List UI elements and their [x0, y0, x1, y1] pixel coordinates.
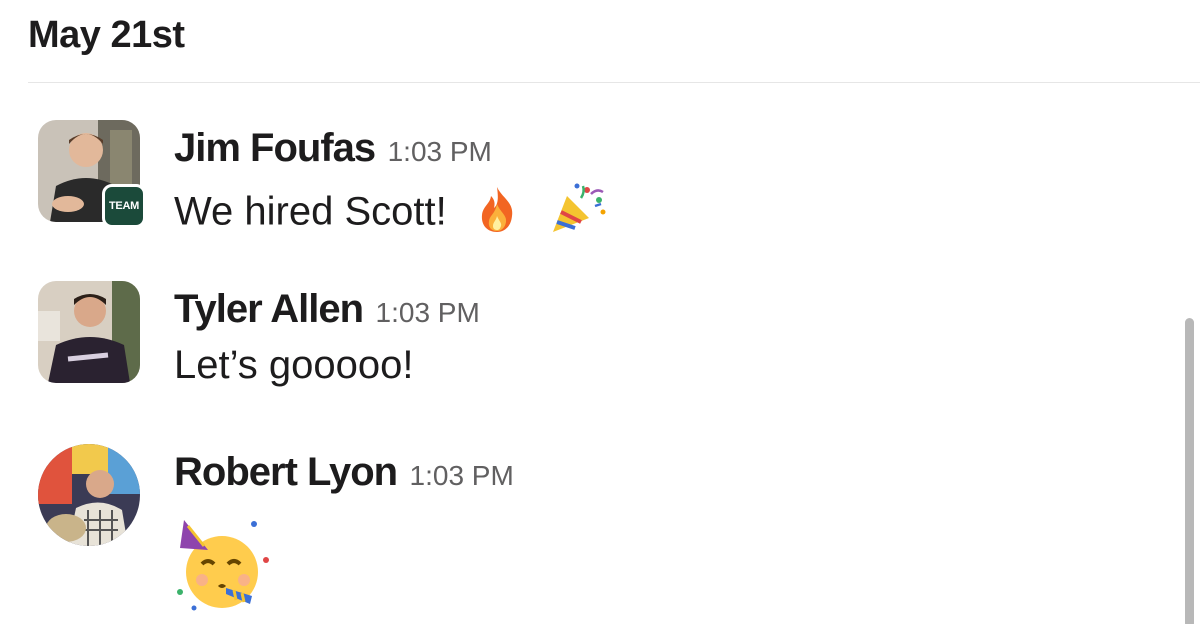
sender-name[interactable]: Robert Lyon [174, 450, 398, 494]
party-popper-icon [547, 182, 609, 246]
date-divider-line [28, 82, 1200, 83]
message-text: We hired Scott! [174, 182, 609, 246]
avatar[interactable] [38, 281, 140, 383]
date-divider-label[interactable]: May 21st [28, 14, 185, 57]
timestamp[interactable]: 1:03 PM [376, 297, 480, 328]
timestamp[interactable]: 1:03 PM [388, 136, 492, 167]
sender-name[interactable]: Jim Foufas [174, 126, 376, 170]
message-header: Jim Foufas 1:03 PM [174, 126, 492, 171]
message-pane: May 21st TEAM Jim Foufas 1:03 PM We hire… [0, 0, 1200, 624]
timestamp[interactable]: 1:03 PM [410, 460, 514, 491]
scrollbar-thumb[interactable] [1185, 318, 1194, 624]
partying-face-icon [174, 516, 274, 617]
fire-icon [472, 184, 522, 244]
message-text: Let’s gooooo! [174, 343, 413, 388]
message-header: Tyler Allen 1:03 PM [174, 287, 480, 332]
message-text-content: We hired Scott! [174, 189, 447, 234]
sender-name[interactable]: Tyler Allen [174, 287, 364, 331]
avatar[interactable] [38, 444, 140, 546]
message-text-content: Let’s gooooo! [174, 343, 414, 387]
team-badge: TEAM [102, 184, 146, 228]
message-header: Robert Lyon 1:03 PM [174, 450, 514, 495]
